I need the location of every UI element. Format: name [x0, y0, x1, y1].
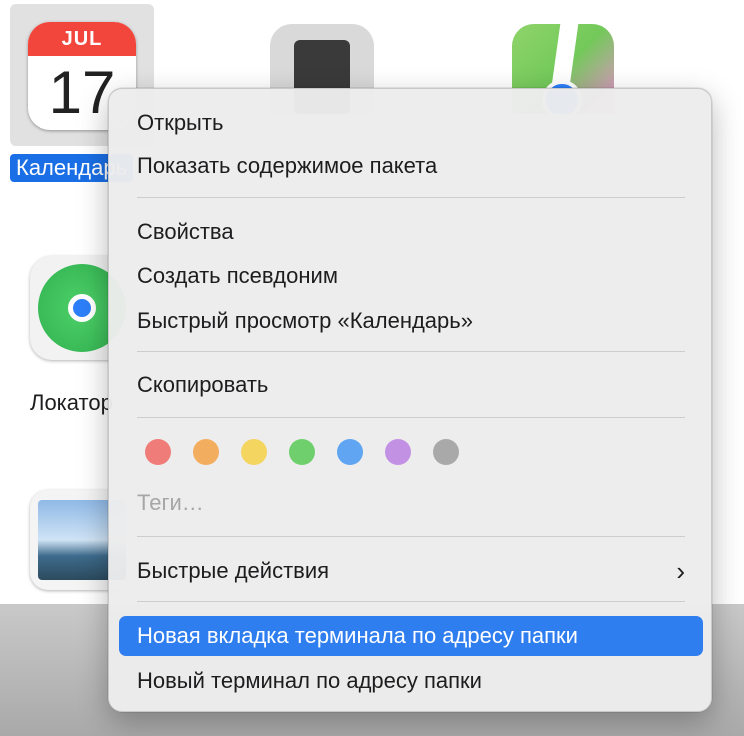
menu-separator — [137, 351, 685, 352]
menu-item-new-terminal-at-folder[interactable]: Новый терминал по адресу папки — [119, 661, 703, 701]
tag-blue[interactable] — [337, 439, 363, 465]
menu-item-show-package-contents[interactable]: Показать содержимое пакета — [119, 146, 703, 186]
menu-separator — [137, 536, 685, 537]
findmy-app-label[interactable]: Локатор — [30, 390, 113, 416]
menu-separator — [137, 601, 685, 602]
findmy-icon-location-dot — [68, 294, 96, 322]
menu-item-make-alias[interactable]: Создать псевдоним — [119, 256, 703, 296]
menu-item-quick-look[interactable]: Быстрый просмотр «Календарь» — [119, 301, 703, 341]
menu-item-get-info[interactable]: Свойства — [119, 212, 703, 252]
tag-gray[interactable] — [433, 439, 459, 465]
tag-purple[interactable] — [385, 439, 411, 465]
menu-item-tags[interactable]: Теги… — [119, 483, 703, 523]
menu-item-quick-actions-label: Быстрые действия — [137, 558, 330, 583]
tag-orange[interactable] — [193, 439, 219, 465]
menu-separator — [137, 197, 685, 198]
tag-green[interactable] — [289, 439, 315, 465]
menu-item-copy[interactable]: Скопировать — [119, 365, 703, 405]
menu-item-new-terminal-tab-at-folder[interactable]: Новая вкладка терминала по адресу папки — [119, 616, 703, 656]
calendar-icon-month: JUL — [28, 22, 136, 56]
context-menu: Открыть Показать содержимое пакета Свойс… — [108, 88, 712, 712]
chevron-right-icon: › — [676, 556, 685, 586]
menu-item-open[interactable]: Открыть — [119, 103, 703, 143]
menu-separator — [137, 417, 685, 418]
tag-yellow[interactable] — [241, 439, 267, 465]
tag-red[interactable] — [145, 439, 171, 465]
menu-item-quick-actions[interactable]: Быстрые действия › — [119, 551, 703, 591]
